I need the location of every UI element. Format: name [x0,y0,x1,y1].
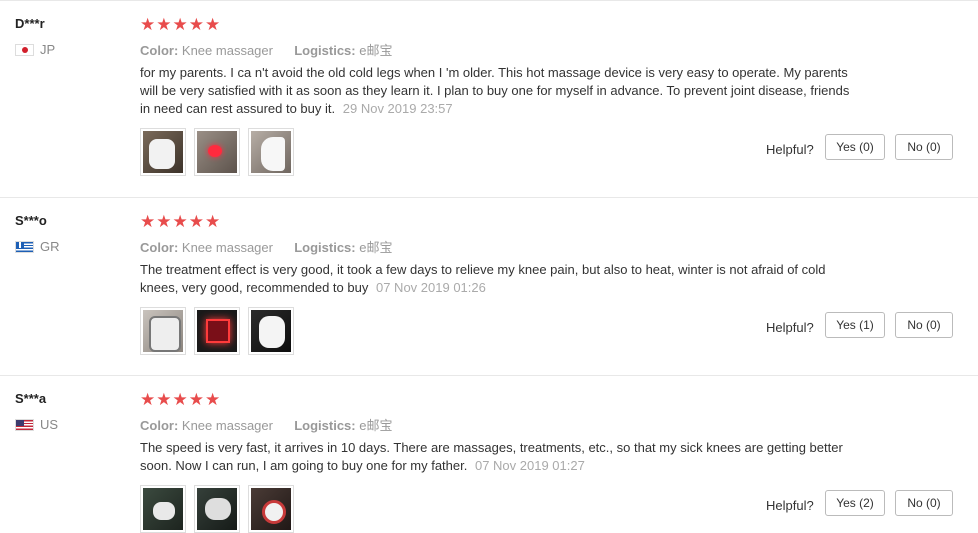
helpful-yes-button[interactable]: Yes (1) [825,312,885,338]
country-code: JP [40,42,56,57]
review-date: 29 Nov 2019 23:57 [342,101,453,116]
country-code: US [40,417,59,432]
review-item: D***r JP ★★★★★ Color: Knee massager Logi… [0,0,978,197]
helpful-no-button[interactable]: No (0) [895,134,953,160]
helpful-no-button[interactable]: No (0) [895,490,953,516]
helpful-yes-button[interactable]: Yes (2) [825,490,885,516]
star-rating: ★★★★★ [140,15,222,34]
logistics-label: Logistics: [294,240,356,255]
review-body: for my parents. I ca n't avoid the old c… [140,65,850,116]
logistics-label: Logistics: [294,43,356,58]
review-date: 07 Nov 2019 01:27 [474,458,585,473]
reviewer-name: D***r [15,16,45,31]
review-photos [140,307,294,355]
review-meta: Color: Knee massager Logistics: e邮宝 [140,415,392,434]
logistics-value: e邮宝 [359,43,393,58]
review-photo-thumbnail[interactable] [140,307,186,355]
review-photos [140,485,294,533]
color-label: Color: [140,240,179,255]
reviewer-name: S***a [15,391,47,406]
review-photo-thumbnail[interactable] [194,485,240,533]
logistics-value: e邮宝 [359,240,393,255]
logistics-label: Logistics: [294,418,356,433]
divider [0,197,978,198]
helpful-label: Helpful? [766,320,814,335]
color-label: Color: [140,43,179,58]
review-photo-thumbnail[interactable] [248,128,294,176]
logistics-value: e邮宝 [359,418,393,433]
review-text: The speed is very fast, it arrives in 10… [140,439,850,475]
reviewer-name: S***o [15,213,47,228]
helpful-label: Helpful? [766,498,814,513]
helpful-yes-button[interactable]: Yes (0) [825,134,885,160]
reviewer-country: GR [15,239,60,254]
review-date: 07 Nov 2019 01:26 [375,280,486,295]
color-value: Knee massager [181,418,273,433]
review-photo-thumbnail[interactable] [248,485,294,533]
review-photo-thumbnail[interactable] [194,128,240,176]
color-value: Knee massager [181,240,273,255]
review-meta: Color: Knee massager Logistics: e邮宝 [140,237,392,256]
color-label: Color: [140,418,179,433]
review-text: The treatment effect is very good, it to… [140,261,850,297]
review-photos [140,128,294,176]
star-rating: ★★★★★ [140,212,222,231]
greece-flag-icon [15,240,34,253]
country-code: GR [40,239,60,254]
review-photo-thumbnail[interactable] [194,307,240,355]
helpful-label: Helpful? [766,142,814,157]
helpful-no-button[interactable]: No (0) [895,312,953,338]
review-item: S***o GR ★★★★★ Color: Knee massager Logi… [0,197,978,375]
reviewer-country: US [15,417,58,432]
divider [0,0,978,1]
usa-flag-icon [15,418,34,431]
review-text: for my parents. I ca n't avoid the old c… [140,64,850,118]
color-value: Knee massager [181,43,273,58]
review-photo-thumbnail[interactable] [140,128,186,176]
divider [0,375,978,376]
japan-flag-icon [15,43,34,56]
review-photo-thumbnail[interactable] [140,485,186,533]
reviewer-country: JP [15,42,55,57]
star-rating: ★★★★★ [140,390,222,409]
review-meta: Color: Knee massager Logistics: e邮宝 [140,40,392,59]
review-photo-thumbnail[interactable] [248,307,294,355]
review-item: S***a US ★★★★★ Color: Knee massager Logi… [0,375,978,533]
